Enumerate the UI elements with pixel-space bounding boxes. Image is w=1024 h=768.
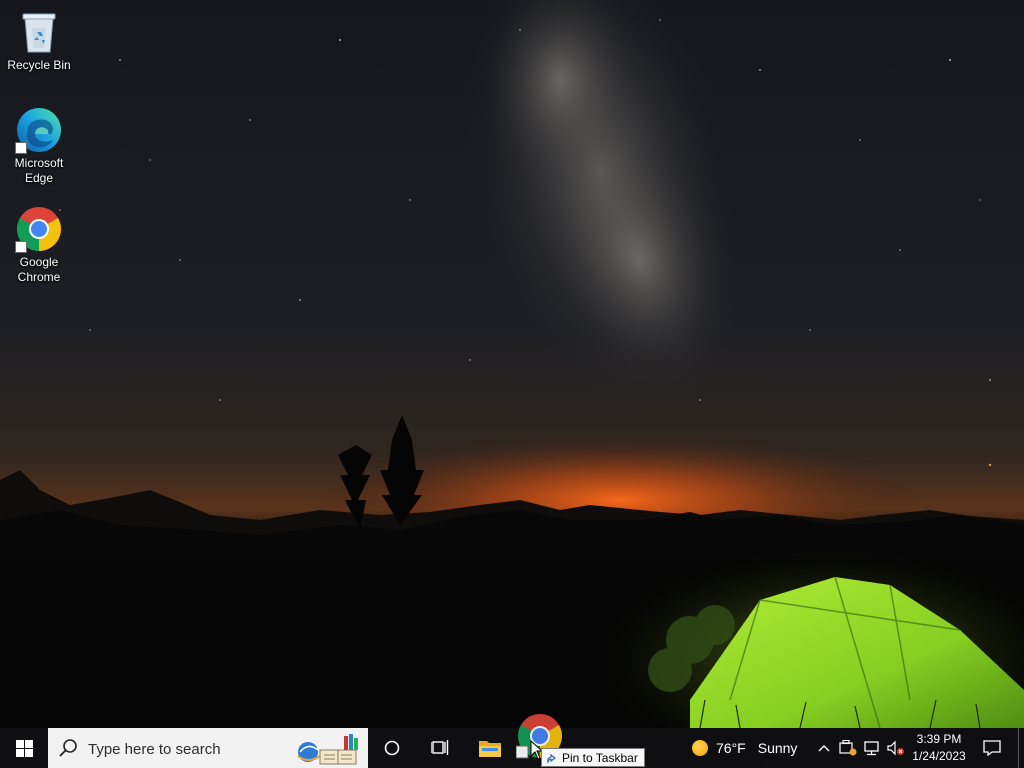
tooltip-text: Pin to Taskbar bbox=[562, 750, 638, 765]
show-desktop-button[interactable] bbox=[1018, 728, 1024, 768]
task-view-icon bbox=[431, 740, 449, 755]
weather-condition: Sunny bbox=[757, 740, 798, 756]
shortcut-arrow-icon bbox=[15, 241, 27, 253]
chrome-icon bbox=[15, 205, 63, 253]
windows-start-icon bbox=[15, 739, 33, 757]
task-view-button[interactable] bbox=[420, 728, 460, 768]
clock-date: 1/24/2023 bbox=[912, 749, 966, 763]
search-input[interactable] bbox=[86, 737, 290, 761]
volume-muted-icon bbox=[887, 740, 904, 756]
desktop-icon-label: Recycle Bin bbox=[7, 58, 71, 72]
taskbar-search-box[interactable] bbox=[48, 728, 368, 768]
pin-to-taskbar-tooltip: Pin to Taskbar bbox=[541, 748, 645, 767]
system-tray bbox=[812, 728, 908, 768]
sun-icon bbox=[692, 740, 708, 756]
file-explorer-icon bbox=[479, 741, 501, 757]
network-icon bbox=[864, 741, 879, 756]
start-button[interactable] bbox=[0, 728, 48, 768]
recycle-bin-icon bbox=[15, 8, 63, 56]
taskbar: 76°F Sunny bbox=[0, 728, 1024, 768]
chevron-up-icon bbox=[818, 745, 830, 752]
shortcut-arrow-icon bbox=[15, 142, 27, 154]
search-icon bbox=[59, 739, 77, 757]
notification-icon bbox=[983, 740, 1001, 756]
desktop-icon-google-chrome[interactable]: Google Chrome bbox=[4, 205, 74, 285]
clock-time: 3:39 PM bbox=[916, 732, 962, 746]
desktop-icon-recycle-bin[interactable]: Recycle Bin bbox=[4, 8, 74, 73]
clock[interactable]: 3:39 PM 1/24/2023 bbox=[905, 731, 973, 765]
desktop-icon-microsoft-edge[interactable]: Microsoft Edge bbox=[4, 106, 74, 186]
network-tray-button[interactable] bbox=[860, 728, 884, 768]
show-hidden-icons-button[interactable] bbox=[812, 728, 836, 768]
desktop-wallpaper bbox=[0, 0, 1024, 728]
desktop-icon-label: Microsoft Edge bbox=[14, 156, 64, 185]
link-icon bbox=[547, 753, 556, 764]
cortana-icon bbox=[384, 740, 400, 756]
edge-icon bbox=[15, 106, 63, 154]
action-center-button[interactable] bbox=[978, 728, 1006, 768]
file-explorer-button[interactable] bbox=[470, 728, 510, 768]
security-tray-button[interactable] bbox=[836, 728, 860, 768]
weather-temperature: 76°F bbox=[716, 740, 746, 756]
search-highlight-icon bbox=[297, 734, 358, 765]
cortana-button[interactable] bbox=[372, 728, 412, 768]
desktop-icon-label: Google Chrome bbox=[17, 255, 61, 284]
weather-widget[interactable]: 76°F Sunny bbox=[692, 728, 797, 768]
windows-security-icon bbox=[839, 740, 857, 756]
